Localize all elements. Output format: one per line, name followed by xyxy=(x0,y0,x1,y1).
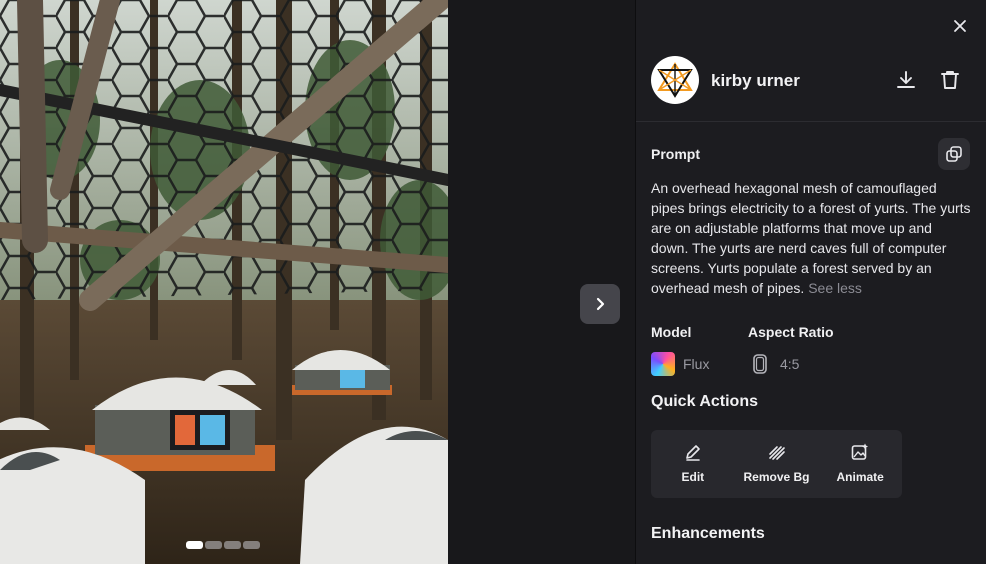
download-icon xyxy=(897,71,915,88)
enhancements-title: Enhancements xyxy=(651,525,765,542)
prompt-body: An overhead hexagonal mesh of camouflage… xyxy=(651,180,971,296)
prompt-text: An overhead hexagonal mesh of camouflage… xyxy=(651,178,973,298)
portrait-ratio-icon xyxy=(753,354,767,374)
prompt-label: Prompt xyxy=(651,146,700,162)
copy-icon xyxy=(946,146,962,162)
animate-button[interactable]: Animate xyxy=(818,430,902,498)
remove-bg-icon xyxy=(768,446,785,460)
flux-model-icon xyxy=(651,352,675,376)
aspect-ratio-text: 4:5 xyxy=(780,356,800,372)
edit-label: Edit xyxy=(681,470,705,484)
avatar[interactable] xyxy=(651,56,699,104)
edit-button[interactable]: Edit xyxy=(651,430,735,498)
aspect-ratio-label: Aspect Ratio xyxy=(748,324,834,340)
carousel-dot[interactable] xyxy=(205,541,222,549)
model-label: Model xyxy=(651,324,692,340)
next-image-button[interactable] xyxy=(580,284,620,324)
chevron-right-icon xyxy=(596,297,605,311)
aspect-ratio-value: 4:5 xyxy=(748,352,799,376)
carousel-dot[interactable] xyxy=(243,541,260,549)
author-header: kirby urner xyxy=(636,56,986,122)
pencil-icon xyxy=(686,445,700,461)
close-icon xyxy=(954,20,966,32)
geodesic-logo-icon xyxy=(657,62,693,98)
see-less-link[interactable]: See less xyxy=(808,280,862,296)
viewer-backdrop xyxy=(448,0,635,564)
carousel-dot[interactable] xyxy=(224,541,241,549)
quick-actions-title: Quick Actions xyxy=(651,393,758,410)
remove-bg-label: Remove Bg xyxy=(743,470,810,484)
animate-icon xyxy=(851,443,869,460)
image-illustration xyxy=(0,0,448,564)
generated-image[interactable] xyxy=(0,0,448,564)
carousel-dot[interactable] xyxy=(186,541,203,549)
trash-icon xyxy=(941,71,959,89)
copy-prompt-button[interactable] xyxy=(938,138,970,170)
animate-label: Animate xyxy=(836,470,884,484)
carousel-dots xyxy=(186,541,260,549)
delete-button[interactable] xyxy=(938,68,962,92)
download-button[interactable] xyxy=(894,68,918,92)
model-name: Flux xyxy=(683,356,710,372)
model-value: Flux xyxy=(651,352,709,376)
details-panel: kirby urner Prompt An overhead hexagonal… xyxy=(636,0,986,564)
author-name[interactable]: kirby urner xyxy=(711,71,800,91)
quick-actions-group: Edit Remove Bg Animate xyxy=(651,430,902,498)
remove-bg-button[interactable]: Remove Bg xyxy=(735,430,819,498)
close-button[interactable] xyxy=(948,14,972,38)
